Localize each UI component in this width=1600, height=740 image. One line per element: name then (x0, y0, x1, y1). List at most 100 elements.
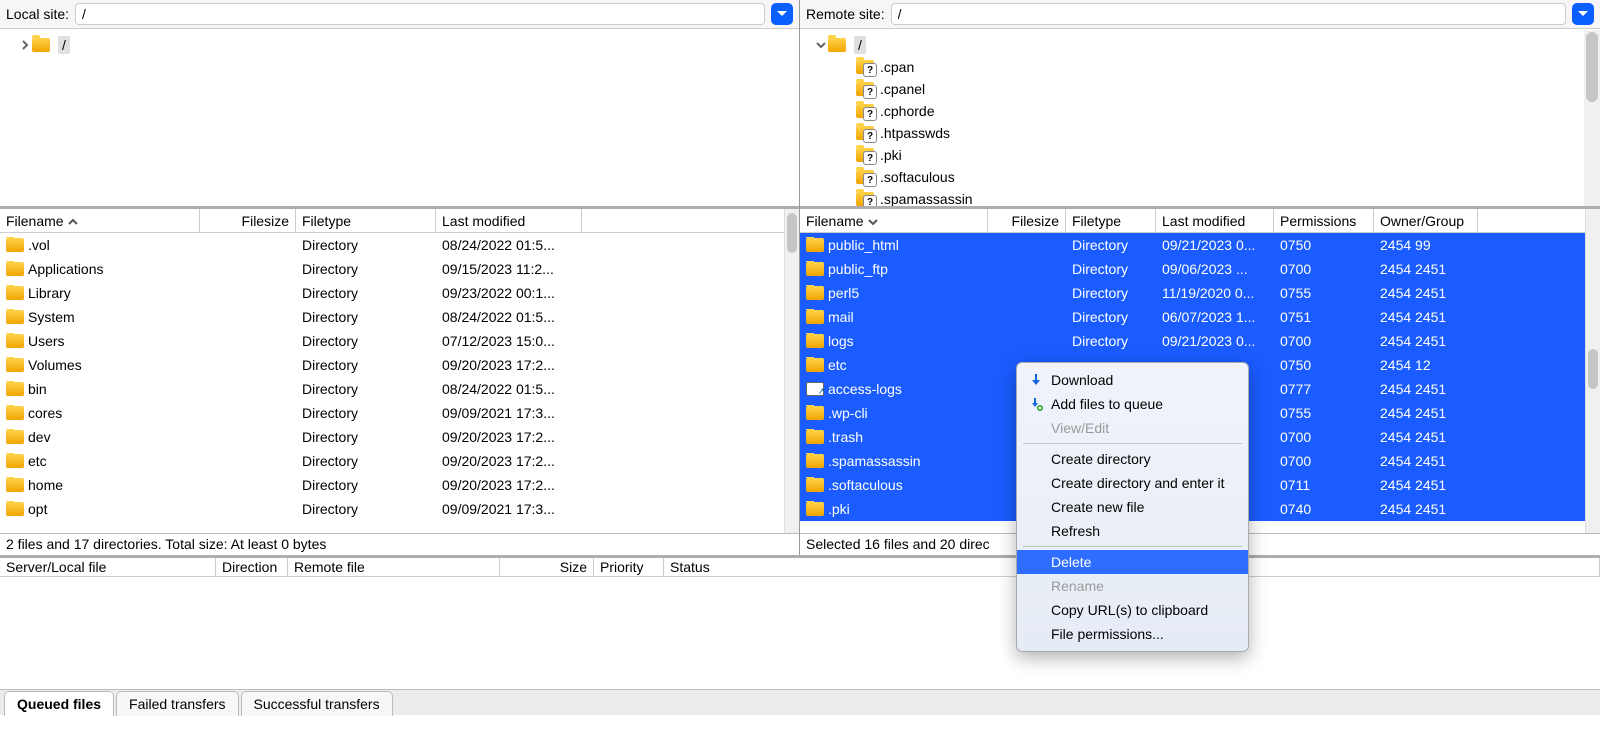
table-row[interactable]: etcDirectory09/20/2023 17:2... (0, 449, 784, 473)
bottom-tabs: Queued files Failed transfers Successful… (0, 689, 1600, 715)
folder-icon (806, 358, 824, 372)
menu-file-perms[interactable]: File permissions... (1017, 622, 1248, 646)
menu-rename: Rename (1017, 574, 1248, 598)
folder-icon (6, 430, 24, 444)
menu-create-file[interactable]: Create new file (1017, 495, 1248, 519)
sort-desc-icon (868, 213, 878, 229)
local-file-list: Filename Filesize Filetype Last modified… (0, 209, 784, 533)
folder-icon (806, 286, 824, 300)
remote-tree[interactable]: / .cpan.cpanel.cphorde.htpasswds.pki.sof… (800, 29, 1600, 209)
menu-create-dir[interactable]: Create directory (1017, 447, 1248, 471)
folder-unknown-icon (856, 148, 874, 162)
chevron-down-icon[interactable] (814, 41, 828, 49)
folder-icon (806, 310, 824, 324)
menu-create-dir-enter[interactable]: Create directory and enter it (1017, 471, 1248, 495)
folder-unknown-icon (856, 104, 874, 118)
chevron-right-icon[interactable] (18, 40, 32, 50)
remote-path-input[interactable] (891, 3, 1566, 25)
folder-icon (806, 406, 824, 420)
folder-unknown-icon (856, 126, 874, 140)
remote-path-dropdown[interactable] (1572, 3, 1594, 25)
local-pane: Local site: / Filename Filesize Filetype… (0, 0, 800, 555)
tree-item[interactable]: .pki (800, 144, 1600, 166)
folder-icon (828, 38, 846, 52)
table-row[interactable]: UsersDirectory07/12/2023 15:0... (0, 329, 784, 353)
folder-icon (806, 238, 824, 252)
folder-unknown-icon (856, 60, 874, 74)
tree-item[interactable]: .htpasswds (800, 122, 1600, 144)
table-row[interactable]: mailDirectory06/07/2023 1...07512454 245… (800, 305, 1585, 329)
folder-icon (6, 382, 24, 396)
folder-icon (6, 478, 24, 492)
symlink-icon (806, 382, 824, 396)
folder-icon (806, 502, 824, 516)
folder-unknown-icon (856, 192, 874, 206)
sort-asc-icon (68, 213, 78, 229)
tree-item[interactable]: .cpanel (800, 78, 1600, 100)
table-row[interactable]: binDirectory08/24/2022 01:5... (0, 377, 784, 401)
remote-tree-scrollbar[interactable] (1584, 30, 1600, 206)
table-row[interactable]: public_htmlDirectory09/21/2023 0...07502… (800, 233, 1585, 257)
download-icon (1028, 372, 1044, 388)
table-row[interactable]: LibraryDirectory09/23/2022 00:1... (0, 281, 784, 305)
remote-site-label: Remote site: (806, 6, 885, 22)
menu-download[interactable]: Download (1017, 368, 1248, 392)
local-path-input[interactable] (75, 3, 765, 25)
folder-icon (806, 454, 824, 468)
folder-icon (806, 334, 824, 348)
table-row[interactable]: devDirectory09/20/2023 17:2... (0, 425, 784, 449)
tree-item[interactable]: .softaculous (800, 166, 1600, 188)
folder-icon (806, 478, 824, 492)
tab-failed[interactable]: Failed transfers (116, 691, 238, 716)
menu-add-queue[interactable]: Add files to queue (1017, 392, 1248, 416)
folder-icon (32, 38, 50, 52)
queue-body (0, 577, 1600, 689)
folder-unknown-icon (856, 82, 874, 96)
table-row[interactable]: optDirectory09/09/2021 17:3... (0, 497, 784, 521)
add-queue-icon (1028, 396, 1044, 412)
folder-icon (6, 334, 24, 348)
tree-item[interactable]: .cpan (800, 56, 1600, 78)
folder-icon (806, 430, 824, 444)
folder-icon (6, 454, 24, 468)
local-headers[interactable]: Filename Filesize Filetype Last modified (0, 209, 784, 233)
menu-view-edit: View/Edit (1017, 416, 1248, 440)
table-row[interactable]: SystemDirectory08/24/2022 01:5... (0, 305, 784, 329)
remote-tree-root[interactable]: / (854, 36, 866, 54)
local-tree[interactable]: / (0, 29, 799, 209)
table-row[interactable]: public_ftpDirectory09/06/2023 ...0700245… (800, 257, 1585, 281)
local-site-bar: Local site: (0, 0, 799, 29)
table-row[interactable]: coresDirectory09/09/2021 17:3... (0, 401, 784, 425)
remote-scrollbar[interactable] (1585, 209, 1600, 533)
tab-successful[interactable]: Successful transfers (241, 691, 393, 716)
remote-site-bar: Remote site: (800, 0, 1600, 29)
table-row[interactable]: perl5Directory11/19/2020 0...07552454 24… (800, 281, 1585, 305)
table-row[interactable]: ApplicationsDirectory09/15/2023 11:2... (0, 257, 784, 281)
queue-headers[interactable]: Server/Local file Direction Remote file … (0, 555, 1600, 577)
folder-icon (6, 262, 24, 276)
local-site-label: Local site: (6, 6, 69, 22)
menu-copy-url[interactable]: Copy URL(s) to clipboard (1017, 598, 1248, 622)
table-row[interactable]: homeDirectory09/20/2023 17:2... (0, 473, 784, 497)
tree-item[interactable]: .cphorde (800, 100, 1600, 122)
local-status: 2 files and 17 directories. Total size: … (0, 533, 799, 555)
table-row[interactable]: VolumesDirectory09/20/2023 17:2... (0, 353, 784, 377)
folder-icon (6, 502, 24, 516)
local-path-dropdown[interactable] (771, 3, 793, 25)
table-row[interactable]: .volDirectory08/24/2022 01:5... (0, 233, 784, 257)
menu-refresh[interactable]: Refresh (1017, 519, 1248, 543)
folder-unknown-icon (856, 170, 874, 184)
local-scrollbar[interactable] (784, 209, 799, 533)
folder-icon (806, 262, 824, 276)
local-tree-root[interactable]: / (58, 36, 70, 54)
tab-queued[interactable]: Queued files (4, 691, 114, 716)
folder-icon (6, 238, 24, 252)
menu-delete[interactable]: Delete (1017, 550, 1248, 574)
remote-headers[interactable]: Filename Filesize Filetype Last modified… (800, 209, 1585, 233)
tree-item[interactable]: .spamassassin (800, 188, 1600, 209)
folder-icon (6, 406, 24, 420)
context-menu: Download Add files to queue View/Edit Cr… (1016, 362, 1249, 652)
folder-icon (6, 310, 24, 324)
folder-icon (6, 286, 24, 300)
table-row[interactable]: logsDirectory09/21/2023 0...07002454 245… (800, 329, 1585, 353)
